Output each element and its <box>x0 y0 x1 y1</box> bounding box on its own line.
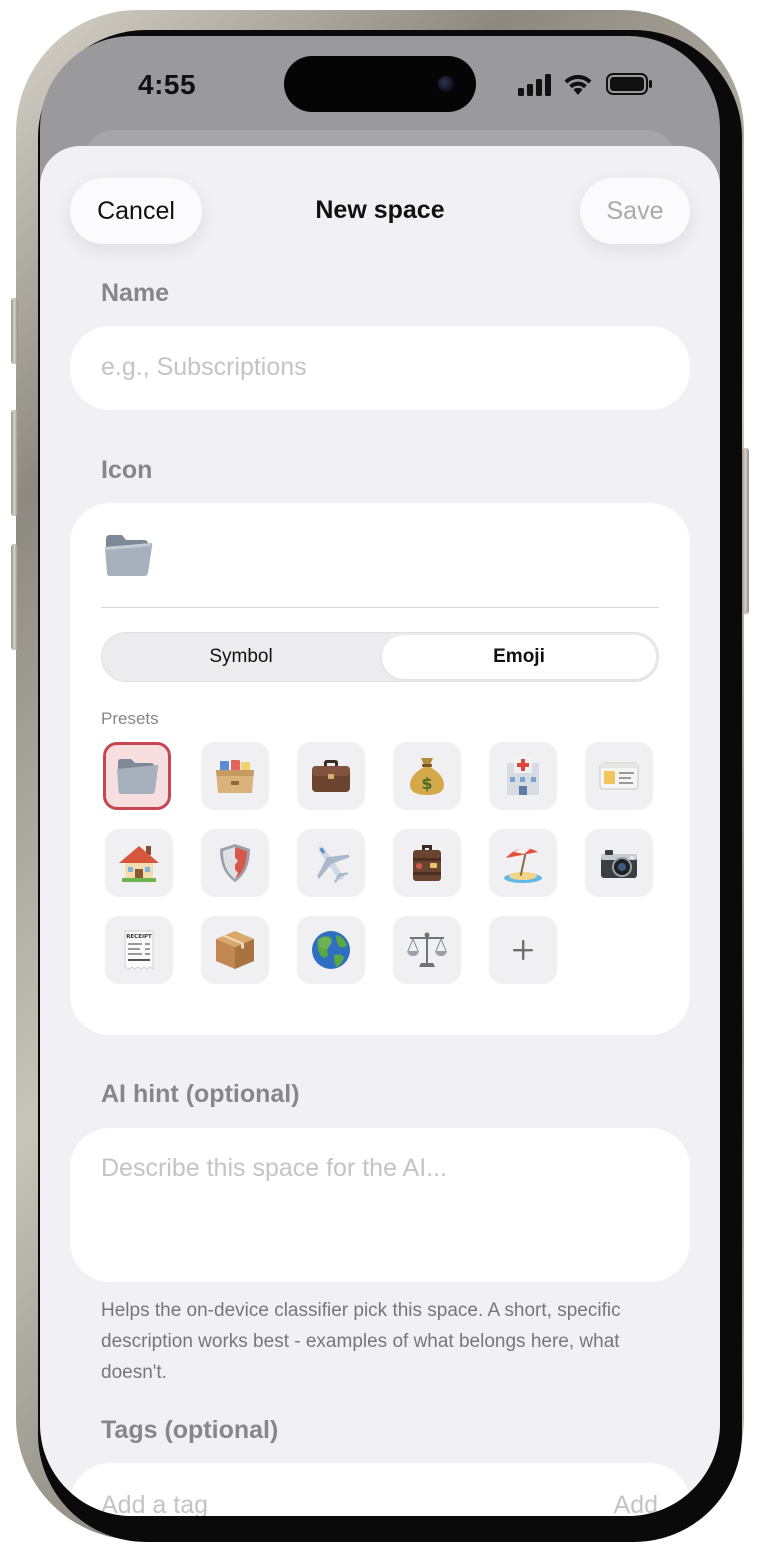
preset-receipt[interactable]: RECEIPT <box>105 916 173 984</box>
name-field[interactable]: e.g., Subscriptions <box>70 326 690 410</box>
receipt-text: RECEIPT <box>126 934 152 940</box>
money-bag-icon: $ <box>410 758 444 795</box>
briefcase-icon <box>312 760 350 792</box>
volume-up-button <box>11 410 18 516</box>
phone-screen: 4:55 Cancel New space Save Name e.g., Su… <box>40 36 720 1516</box>
preset-briefcase[interactable] <box>297 742 365 810</box>
status-icons <box>518 72 658 96</box>
tag-input-field[interactable]: Add a tag Add <box>70 1463 690 1516</box>
plus-icon <box>513 940 533 960</box>
icon-divider <box>101 607 659 608</box>
ai-hint-textarea[interactable]: Describe this space for the AI... <box>70 1128 690 1282</box>
action-button <box>11 298 18 364</box>
tag-placeholder: Add a tag <box>101 1491 209 1516</box>
ai-hint-helper-text: Helps the on-device classifier pick this… <box>101 1300 621 1383</box>
new-space-sheet: Cancel New space Save Name e.g., Subscri… <box>40 146 720 1516</box>
id-card-icon <box>599 762 639 790</box>
ai-hint-label: AI hint (optional) <box>101 1080 300 1108</box>
airplane-icon <box>317 846 351 884</box>
balance-scale-icon <box>407 932 447 967</box>
preset-shield[interactable] <box>201 829 269 897</box>
preset-package[interactable] <box>201 916 269 984</box>
receipt-icon: RECEIPT <box>124 930 154 970</box>
ai-hint-placeholder: Describe this space for the AI... <box>101 1154 447 1182</box>
card-file-box-icon <box>216 760 254 793</box>
preset-globe[interactable] <box>297 916 365 984</box>
cellular-signal-icon <box>518 74 551 96</box>
globe-icon <box>312 931 350 969</box>
preset-house[interactable] <box>105 829 173 897</box>
icon-type-segmented-control: Symbol Emoji <box>101 632 659 682</box>
preset-file-folder[interactable] <box>103 742 171 810</box>
tags-label: Tags (optional) <box>101 1416 279 1444</box>
save-button[interactable]: Save <box>580 178 690 244</box>
segment-emoji[interactable]: Emoji <box>382 635 656 679</box>
name-placeholder: e.g., Subscriptions <box>101 353 307 381</box>
svg-text:$: $ <box>421 774 432 793</box>
power-button <box>742 448 749 614</box>
preset-card-file-box[interactable] <box>201 742 269 810</box>
package-icon <box>216 931 254 969</box>
preset-money-bag[interactable]: $ <box>393 742 461 810</box>
preset-hospital[interactable] <box>489 742 557 810</box>
volume-down-button <box>11 544 18 650</box>
beach-umbrella-icon <box>504 848 542 883</box>
house-icon <box>119 846 159 882</box>
front-camera <box>438 76 454 92</box>
name-label: Name <box>101 279 170 307</box>
preset-id-card[interactable] <box>585 742 653 810</box>
battery-icon <box>606 73 652 95</box>
presets-label: Presets <box>101 709 159 728</box>
icon-label: Icon <box>101 456 153 484</box>
preset-camera[interactable] <box>585 829 653 897</box>
icon-card: Symbol Emoji Presets $ RECEIPT <box>70 503 690 1035</box>
add-tag-button[interactable]: Add <box>614 1491 658 1516</box>
shield-icon <box>220 844 250 882</box>
file-folder-icon <box>117 759 159 794</box>
segment-symbol[interactable]: Symbol <box>104 635 378 679</box>
preset-balance-scale[interactable] <box>393 916 461 984</box>
luggage-icon <box>413 845 441 881</box>
hospital-icon <box>507 757 539 795</box>
dynamic-island <box>284 56 476 112</box>
preset-luggage[interactable] <box>393 829 461 897</box>
status-time: 4:55 <box>138 69 197 100</box>
camera-icon <box>601 850 637 878</box>
preset-airplane[interactable] <box>297 829 365 897</box>
file-folder-icon <box>105 535 153 576</box>
preset-add-custom[interactable] <box>489 916 557 984</box>
wifi-icon <box>564 74 592 95</box>
preset-beach-umbrella[interactable] <box>489 829 557 897</box>
